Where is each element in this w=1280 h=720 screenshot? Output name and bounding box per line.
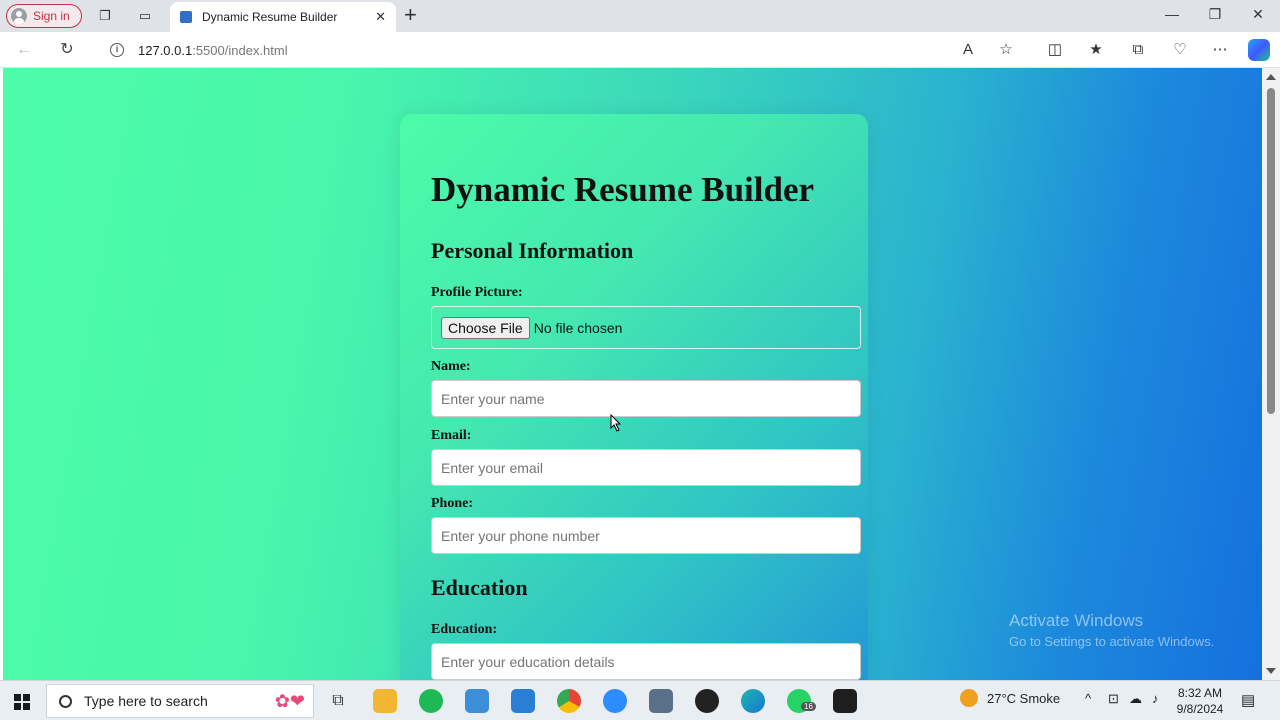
address-bar[interactable]: i 127.0.0.1:5500/index.html [96, 36, 996, 64]
file-explorer-icon[interactable] [373, 689, 397, 713]
whatsapp-badge: 16 [801, 702, 816, 711]
watermark-subtitle: Go to Settings to activate Windows. [1009, 634, 1215, 649]
browser-toolbar: ← ↻ i 127.0.0.1:5500/index.html A ☆ ◫ ★ … [0, 32, 1280, 68]
file-status-text: No file chosen [533, 319, 623, 336]
tab-actions-icon[interactable]: ▭ [137, 8, 153, 24]
scrollbar-thumb[interactable] [1267, 88, 1275, 414]
chrome-icon[interactable] [557, 689, 581, 713]
search-highlight-icon: ✿❤ [274, 690, 305, 711]
split-screen-icon[interactable]: ◫ [1046, 41, 1064, 59]
vertical-scrollbar[interactable] [1262, 68, 1280, 680]
tab-title: Dynamic Resume Builder [202, 10, 338, 24]
close-tab-icon[interactable]: ✕ [375, 9, 386, 25]
site-info-icon[interactable]: i [110, 43, 124, 57]
search-icon [59, 694, 72, 708]
refresh-icon[interactable]: ↻ [57, 40, 77, 60]
read-aloud-icon[interactable]: A [959, 41, 977, 59]
url-host: 127.0.0.1 [138, 42, 193, 58]
volume-icon[interactable]: ♪ [1152, 691, 1159, 706]
profile-picture-input[interactable]: Choose File No file chosen [431, 306, 861, 349]
education-heading: Education [431, 575, 528, 600]
copilot-icon[interactable] [1248, 39, 1270, 61]
page-viewport: Dynamic Resume Builder Personal Informat… [0, 68, 1262, 680]
favorites-icon[interactable]: ★ [1087, 41, 1105, 59]
browser-titlebar: Sign in ❐ ▭ Dynamic Resume Builder ✕ + —… [0, 0, 1280, 32]
workspaces-icon[interactable]: ❐ [97, 8, 113, 24]
taskbar-search-box[interactable]: Type here to search ✿❤ [46, 684, 314, 718]
task-view-icon[interactable]: ⧉ [326, 689, 350, 713]
more-menu-icon[interactable]: ⋯ [1211, 41, 1229, 59]
start-button[interactable] [14, 694, 30, 710]
calculator-app-icon[interactable] [465, 689, 489, 713]
name-input[interactable] [431, 380, 861, 417]
name-label: Name: [431, 359, 471, 374]
cloud-icon[interactable]: ☁ [1129, 691, 1142, 707]
education-input[interactable] [431, 643, 861, 680]
page-title: Dynamic Resume Builder [431, 170, 815, 209]
phone-label: Phone: [431, 496, 473, 511]
resume-form-card: Dynamic Resume Builder Personal Informat… [400, 114, 868, 680]
store-app-icon[interactable] [649, 689, 673, 713]
new-tab-button[interactable]: + [404, 4, 417, 26]
sign-in-button[interactable]: Sign in [6, 4, 82, 28]
edge-icon[interactable] [741, 689, 765, 713]
profile-avatar-icon [11, 8, 27, 24]
browser-essentials-icon[interactable]: ♡ [1171, 41, 1189, 59]
whatsapp-icon[interactable]: 16 [787, 689, 816, 713]
back-icon[interactable]: ← [14, 40, 34, 60]
vscode-icon[interactable] [511, 689, 535, 713]
windows-taskbar: Type here to search ✿❤ ⧉ 16 27°C Smoke ^… [0, 680, 1280, 720]
spotify-icon[interactable] [419, 689, 443, 713]
profile-picture-label: Profile Picture: [431, 285, 523, 300]
education-label: Education: [431, 622, 498, 637]
tab-dynamic-resume-builder[interactable]: Dynamic Resume Builder ✕ [170, 2, 396, 32]
clock-date: 9/8/2024 [1176, 702, 1224, 716]
choose-file-button[interactable]: Choose File [441, 316, 530, 339]
email-input[interactable] [431, 449, 861, 486]
minimize-icon[interactable]: — [1162, 6, 1182, 22]
system-clock[interactable]: 8:32 AM 9/8/2024 [1170, 685, 1230, 717]
mouse-cursor-icon [610, 414, 622, 432]
taskbar-search-placeholder: Type here to search [84, 693, 208, 709]
collections-icon[interactable]: ⧉ [1129, 41, 1147, 59]
activate-windows-watermark: Activate Windows Go to Settings to activ… [1009, 611, 1214, 649]
terminal-icon[interactable] [833, 689, 857, 713]
phone-input[interactable] [431, 517, 861, 554]
page-favicon-icon [180, 11, 192, 23]
watermark-title: Activate Windows [1009, 611, 1144, 630]
url-path: :5500/index.html [192, 42, 288, 58]
restore-icon[interactable]: ❐ [1205, 6, 1225, 23]
email-label: Email: [431, 428, 472, 443]
weather-text[interactable]: 27°C Smoke [987, 691, 1060, 706]
favorite-star-icon[interactable]: ☆ [997, 41, 1015, 59]
scroll-up-icon[interactable] [1266, 74, 1276, 80]
recorder-app-icon[interactable] [695, 689, 719, 713]
scroll-down-icon[interactable] [1266, 668, 1276, 674]
personal-info-heading: Personal Information [431, 238, 634, 263]
close-window-icon[interactable]: ✕ [1248, 6, 1268, 23]
weather-icon[interactable] [960, 689, 978, 707]
clock-time: 8:32 AM [1177, 686, 1223, 700]
sign-in-label: Sign in [33, 9, 70, 23]
network-icon[interactable]: ⊡ [1108, 691, 1119, 707]
notifications-icon[interactable]: ▤ [1241, 691, 1255, 709]
zoom-icon[interactable] [603, 689, 627, 713]
show-hidden-icons-icon[interactable]: ^ [1085, 691, 1091, 706]
